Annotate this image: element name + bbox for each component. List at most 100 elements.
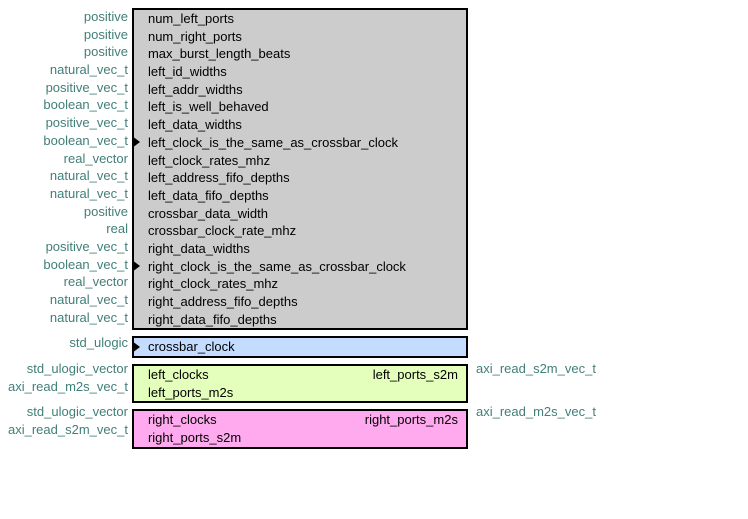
type-label (468, 334, 596, 352)
type-label: std_ulogic_vector (8, 360, 132, 378)
port-name-left: right_clock_is_the_same_as_crossbar_cloc… (148, 258, 406, 276)
generic-row: num_left_ports (134, 10, 466, 28)
type-label (468, 96, 596, 114)
type-label: positive_vec_t (8, 79, 132, 97)
left-port-row: left_clocks left_ports_s2m (134, 366, 466, 384)
generic-row: right_data_fifo_depths (134, 311, 466, 329)
type-label: std_ulogic_vector (8, 403, 132, 421)
generic-row: left_addr_widths (134, 81, 466, 99)
type-label: axi_read_m2s_vec_t (468, 403, 596, 421)
type-label (468, 273, 596, 291)
type-label: positive (8, 8, 132, 26)
port-name-left: num_right_ports (148, 28, 242, 46)
port-name-left: max_burst_length_beats (148, 45, 290, 63)
type-label (468, 256, 596, 274)
generic-row: right_clock_is_the_same_as_crossbar_cloc… (134, 258, 466, 276)
type-label: axi_read_s2m_vec_t (468, 360, 596, 378)
port-name-left: left_ports_m2s (148, 384, 233, 402)
port-name-left: right_ports_s2m (148, 429, 241, 447)
port-name-left: right_clocks (148, 411, 217, 429)
port-name-left: right_address_fifo_depths (148, 293, 298, 311)
type-label: natural_vec_t (8, 291, 132, 309)
generic-row: left_clock_is_the_same_as_crossbar_clock (134, 134, 466, 152)
type-label: boolean_vec_t (8, 96, 132, 114)
generic-row: max_burst_length_beats (134, 45, 466, 63)
type-label (468, 238, 596, 256)
port-name-left: num_left_ports (148, 10, 234, 28)
type-label (468, 421, 596, 439)
generic-row: right_clock_rates_mhz (134, 275, 466, 293)
type-label: positive_vec_t (8, 114, 132, 132)
type-label: boolean_vec_t (8, 132, 132, 150)
left-type-column: positivepositivepositivenatural_vec_tpos… (8, 8, 132, 449)
type-label: natural_vec_t (8, 61, 132, 79)
port-name-left: right_clock_rates_mhz (148, 275, 278, 293)
type-label (468, 61, 596, 79)
type-label (468, 150, 596, 168)
generic-row: left_is_well_behaved (134, 98, 466, 116)
port-name-left: crossbar_clock (148, 338, 235, 356)
type-label: positive (8, 43, 132, 61)
type-label (468, 378, 596, 396)
clock-row: crossbar_clock (134, 338, 466, 356)
port-name-left: crossbar_clock_rate_mhz (148, 222, 296, 240)
type-label: natural_vec_t (8, 167, 132, 185)
generic-row: right_data_widths (134, 240, 466, 258)
type-label (468, 8, 596, 26)
type-label: axi_read_m2s_vec_t (8, 378, 132, 396)
port-name-right: right_ports_m2s (365, 411, 458, 429)
type-label: real_vector (8, 273, 132, 291)
generic-row: left_clock_rates_mhz (134, 152, 466, 170)
type-label (468, 185, 596, 203)
type-label: real_vector (8, 150, 132, 168)
port-name-left: left_id_widths (148, 63, 227, 81)
type-label: positive_vec_t (8, 238, 132, 256)
type-label (468, 167, 596, 185)
clock-port-box: crossbar_clock (132, 336, 468, 358)
type-label (468, 43, 596, 61)
generic-row: left_id_widths (134, 63, 466, 81)
generic-row: crossbar_clock_rate_mhz (134, 222, 466, 240)
generic-row: left_data_widths (134, 116, 466, 134)
port-name-left: left_address_fifo_depths (148, 169, 290, 187)
center-column: num_left_portsnum_right_portsmax_burst_l… (132, 8, 468, 449)
type-label (468, 79, 596, 97)
right-port-row: right_clocks right_ports_m2s (134, 411, 466, 429)
generic-row: left_data_fifo_depths (134, 187, 466, 205)
port-name-left: left_is_well_behaved (148, 98, 269, 116)
generic-row: num_right_ports (134, 28, 466, 46)
right-type-column: axi_read_s2m_vec_t axi_read_m2s_vec_t (468, 8, 596, 449)
type-label (468, 26, 596, 44)
type-label (468, 203, 596, 221)
component-diagram: positivepositivepositivenatural_vec_tpos… (8, 8, 740, 449)
type-label: natural_vec_t (8, 309, 132, 327)
type-label: real (8, 220, 132, 238)
generics-box: num_left_portsnum_right_portsmax_burst_l… (132, 8, 468, 330)
type-label: boolean_vec_t (8, 256, 132, 274)
port-name-right: left_ports_s2m (373, 366, 458, 384)
port-name-left: left_data_fifo_depths (148, 187, 269, 205)
port-name-left: left_clock_rates_mhz (148, 152, 270, 170)
type-label (468, 291, 596, 309)
right-ports-box: right_clocks right_ports_m2s right_ports_s… (132, 409, 468, 448)
type-label: natural_vec_t (8, 185, 132, 203)
type-label (468, 220, 596, 238)
type-label (468, 114, 596, 132)
type-label (468, 132, 596, 150)
port-name-left: left_addr_widths (148, 81, 243, 99)
type-label: axi_read_s2m_vec_t (8, 421, 132, 439)
port-name-left: crossbar_data_width (148, 205, 268, 223)
type-label (468, 309, 596, 327)
type-label: positive (8, 203, 132, 221)
port-name-left: left_clocks (148, 366, 209, 384)
type-label: std_ulogic (8, 334, 132, 352)
port-name-left: left_clock_is_the_same_as_crossbar_clock (148, 134, 398, 152)
left-ports-box: left_clocks left_ports_s2m left_ports_m2s (132, 364, 468, 403)
port-name-left: right_data_widths (148, 240, 250, 258)
port-name-left: left_data_widths (148, 116, 242, 134)
generic-row: right_address_fifo_depths (134, 293, 466, 311)
left-port-row: left_ports_m2s (134, 384, 466, 402)
generic-row: crossbar_data_width (134, 205, 466, 223)
type-label: positive (8, 26, 132, 44)
port-name-left: right_data_fifo_depths (148, 311, 277, 329)
